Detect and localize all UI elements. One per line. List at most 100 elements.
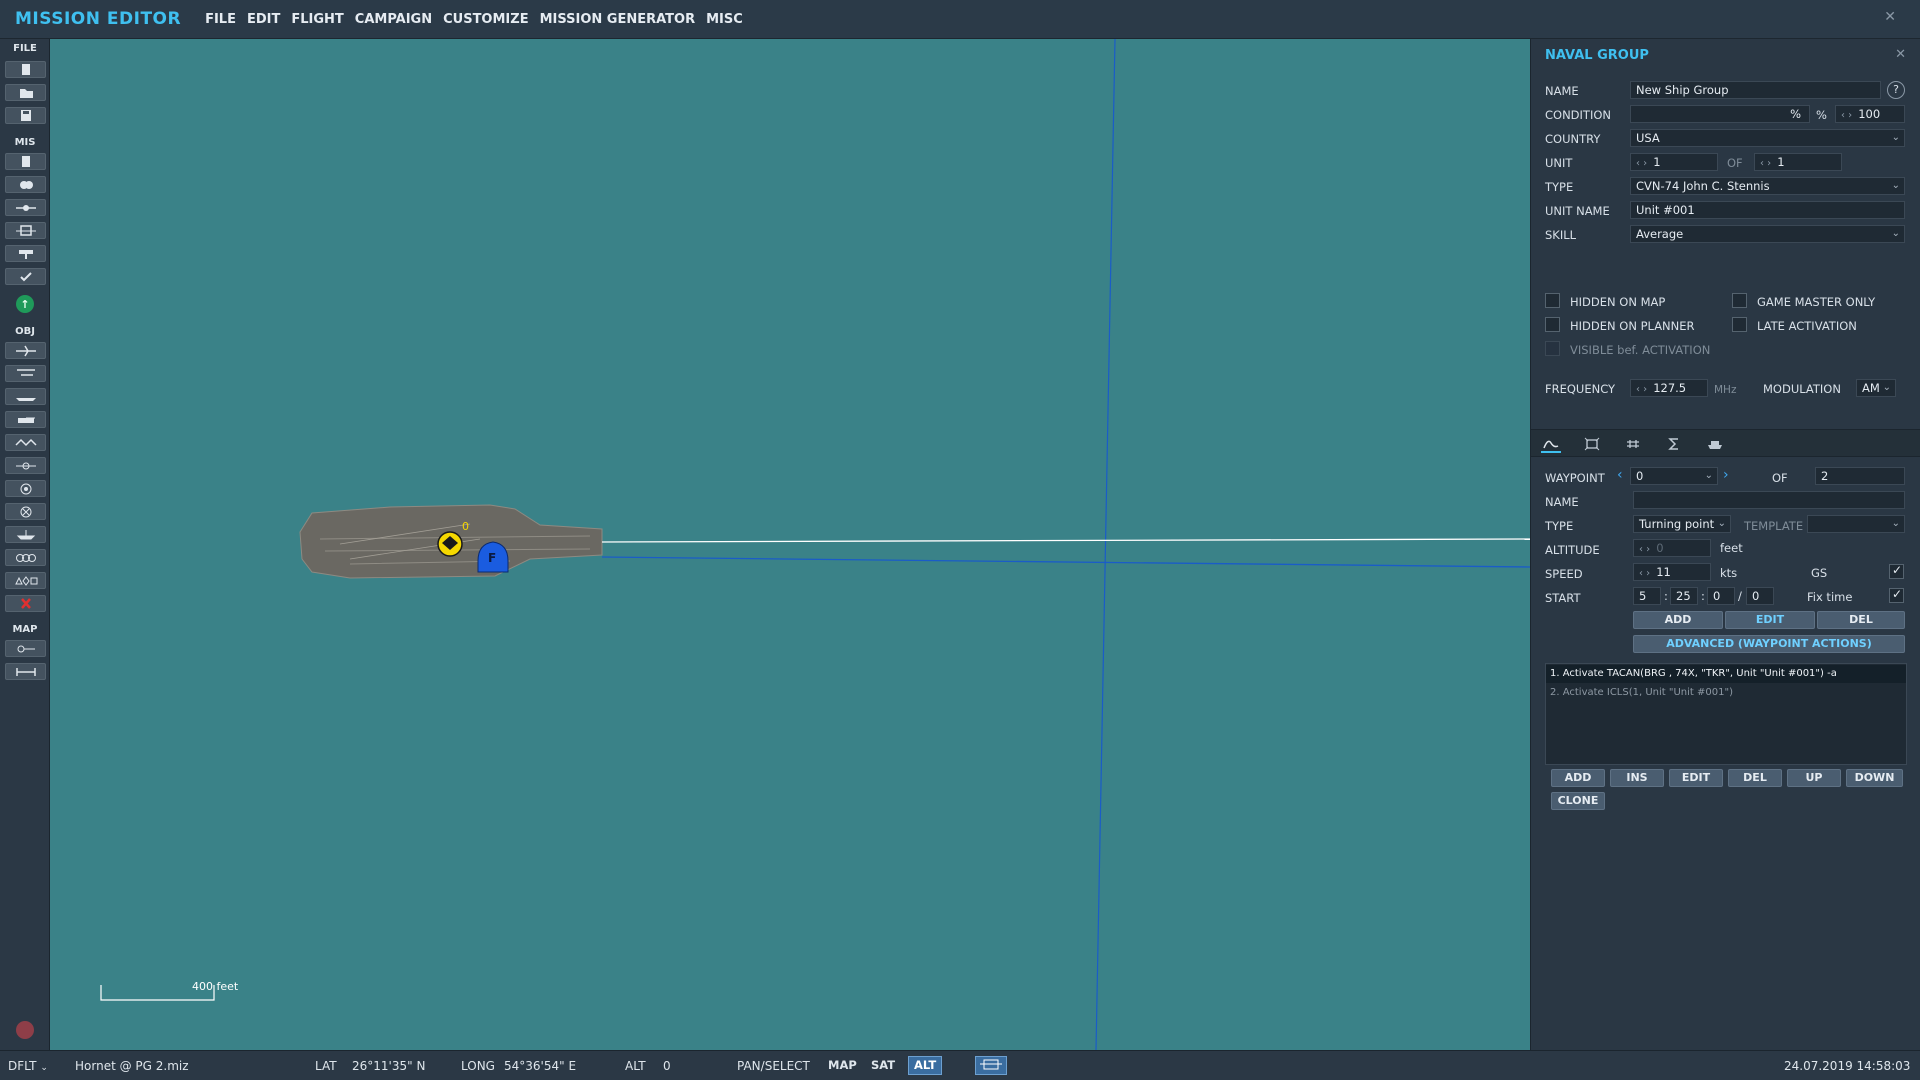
help-icon[interactable]: ? [1887, 81, 1905, 99]
tab-targets[interactable] [1582, 435, 1602, 453]
list-item[interactable]: 1. Activate TACAN(BRG , 74X, "TKR", Unit… [1546, 665, 1906, 683]
spinner-arrows-icon[interactable]: ‹ › [1636, 384, 1647, 395]
add-template-button[interactable] [5, 457, 46, 474]
action-down-button[interactable]: DOWN [1846, 769, 1903, 787]
add-nav-point-button[interactable] [5, 503, 46, 520]
spinner-arrows-icon[interactable]: ‹ › [1636, 158, 1647, 169]
fly-mission-icon[interactable]: ↑ [16, 295, 34, 313]
altitude-spinner[interactable]: ‹ › 0 [1633, 539, 1711, 557]
add-group-button[interactable] [5, 549, 46, 566]
frequency-label: FREQUENCY [1545, 382, 1616, 396]
map-mode-button[interactable]: MAP [822, 1056, 863, 1075]
unit-total-spinner[interactable]: ‹ › 1 [1754, 153, 1842, 171]
waypoint-type-select[interactable]: Turning point ⌄ [1633, 515, 1731, 533]
new-file-button[interactable] [5, 61, 46, 78]
group-name-input[interactable]: New Ship Group [1630, 81, 1881, 99]
briefing-button[interactable] [5, 153, 46, 170]
country-select[interactable]: USA ⌄ [1630, 129, 1905, 147]
hidden-on-planner-checkbox[interactable] [1545, 317, 1560, 332]
map-canvas[interactable] [50, 39, 1530, 1050]
waypoint-actions-list[interactable]: 1. Activate TACAN(BRG , 74X, "TKR", Unit… [1545, 663, 1907, 765]
menu-edit[interactable]: EDIT [247, 12, 280, 27]
profile-select[interactable]: DFLT ⌄ [8, 1059, 48, 1073]
action-clone-button[interactable]: CLONE [1551, 792, 1605, 810]
prev-waypoint-icon[interactable]: ‹ [1617, 467, 1623, 483]
menu-file[interactable]: FILE [205, 12, 236, 27]
spinner-arrows-icon[interactable]: ‹ › [1639, 544, 1650, 555]
add-shapes-button[interactable] [5, 572, 46, 589]
tab-route[interactable] [1541, 435, 1561, 453]
add-vehicle-button[interactable] [5, 411, 46, 428]
waypoint-add-button[interactable]: ADD [1633, 611, 1723, 629]
menu-mission-generator[interactable]: MISSION GENERATOR [540, 12, 696, 27]
spinner-arrows-icon[interactable]: ‹ › [1841, 110, 1852, 121]
menu-customize[interactable]: CUSTOMIZE [443, 12, 528, 27]
action-up-button[interactable]: UP [1787, 769, 1841, 787]
unit-name-input[interactable]: Unit #001 [1630, 201, 1905, 219]
gs-checkbox[interactable] [1889, 563, 1904, 579]
action-delete-button[interactable]: DEL [1728, 769, 1782, 787]
template-select[interactable]: ⌄ [1807, 515, 1905, 533]
frequency-spinner[interactable]: ‹ › 127.5 [1630, 379, 1708, 397]
open-file-button[interactable] [5, 84, 46, 101]
modulation-select[interactable]: AM ⌄ [1856, 379, 1896, 397]
check-button[interactable] [5, 268, 46, 285]
add-static-button[interactable] [5, 434, 46, 451]
action-insert-button[interactable]: INS [1610, 769, 1664, 787]
sat-mode-button[interactable]: SAT [865, 1056, 901, 1075]
goals-button[interactable] [5, 199, 46, 216]
panel-close-icon[interactable]: ✕ [1895, 47, 1906, 62]
hidden-on-map-checkbox[interactable] [1545, 293, 1560, 308]
add-zone-button[interactable] [5, 480, 46, 497]
add-plane-button[interactable] [5, 342, 46, 359]
action-add-button[interactable]: ADD [1551, 769, 1605, 787]
stop-icon[interactable] [16, 1021, 34, 1039]
spinner-arrows-icon[interactable]: ‹ › [1639, 568, 1650, 579]
visible-before-activation-checkbox[interactable] [1545, 341, 1560, 356]
start-hours-input[interactable]: 5 [1633, 587, 1661, 605]
menu-flight[interactable]: FLIGHT [291, 12, 343, 27]
start-day-input[interactable]: 0 [1746, 587, 1774, 605]
ruler-button[interactable] [5, 663, 46, 680]
start-seconds-input[interactable]: 0 [1707, 587, 1735, 605]
add-helicopter-button[interactable] [5, 365, 46, 382]
fix-time-checkbox[interactable] [1889, 587, 1904, 603]
next-waypoint-icon[interactable]: › [1723, 467, 1729, 483]
weather-button[interactable] [5, 176, 46, 193]
game-master-only-checkbox[interactable] [1732, 293, 1747, 308]
triggers-button[interactable] [5, 222, 46, 239]
advanced-waypoint-actions-button[interactable]: ADVANCED (WAYPOINT ACTIONS) [1633, 635, 1905, 653]
menu-misc[interactable]: MISC [706, 12, 743, 27]
tab-payload[interactable] [1705, 435, 1725, 453]
waypoint-marker[interactable] [437, 531, 463, 557]
ship-type-select[interactable]: CVN-74 John C. Stennis ⌄ [1630, 177, 1905, 195]
condition-slider[interactable]: % [1630, 105, 1810, 123]
tab-triggered-actions[interactable] [1623, 435, 1643, 453]
speed-spinner[interactable]: ‹ › 11 [1633, 563, 1711, 581]
start-minutes-input[interactable]: 25 [1670, 587, 1698, 605]
alt-mode-button[interactable]: ALT [908, 1056, 943, 1075]
spinner-arrows-icon[interactable]: ‹ › [1760, 158, 1771, 169]
close-icon[interactable]: ✕ [1884, 9, 1896, 25]
map-view[interactable]: 0 F 400 feet [50, 39, 1530, 1050]
late-activation-checkbox[interactable] [1732, 317, 1747, 332]
condition-spinner[interactable]: ‹ › 100 [1835, 105, 1905, 123]
skill-select[interactable]: Average ⌄ [1630, 225, 1905, 243]
waypoint-del-button[interactable]: DEL [1817, 611, 1905, 629]
delete-object-button[interactable] [5, 595, 46, 612]
map-options-button[interactable] [5, 640, 46, 657]
waypoint-select[interactable]: 0 ⌄ [1630, 467, 1718, 485]
tab-summary[interactable] [1664, 435, 1684, 453]
unit-spinner[interactable]: ‹ › 1 [1630, 153, 1718, 171]
add-ship-static-button[interactable] [5, 526, 46, 543]
menu-campaign[interactable]: CAMPAIGN [355, 12, 432, 27]
map-grid-line [1095, 39, 1116, 1050]
list-item[interactable]: 2. Activate ICLS(1, Unit "Unit #001") [1546, 684, 1906, 702]
add-ship-button[interactable] [5, 388, 46, 405]
resources-button[interactable] [5, 245, 46, 262]
waypoint-name-input[interactable] [1633, 491, 1905, 509]
action-edit-button[interactable]: EDIT [1669, 769, 1723, 787]
waypoint-edit-button[interactable]: EDIT [1725, 611, 1815, 629]
save-file-button[interactable] [5, 107, 46, 124]
map-layers-button[interactable] [975, 1056, 1007, 1075]
